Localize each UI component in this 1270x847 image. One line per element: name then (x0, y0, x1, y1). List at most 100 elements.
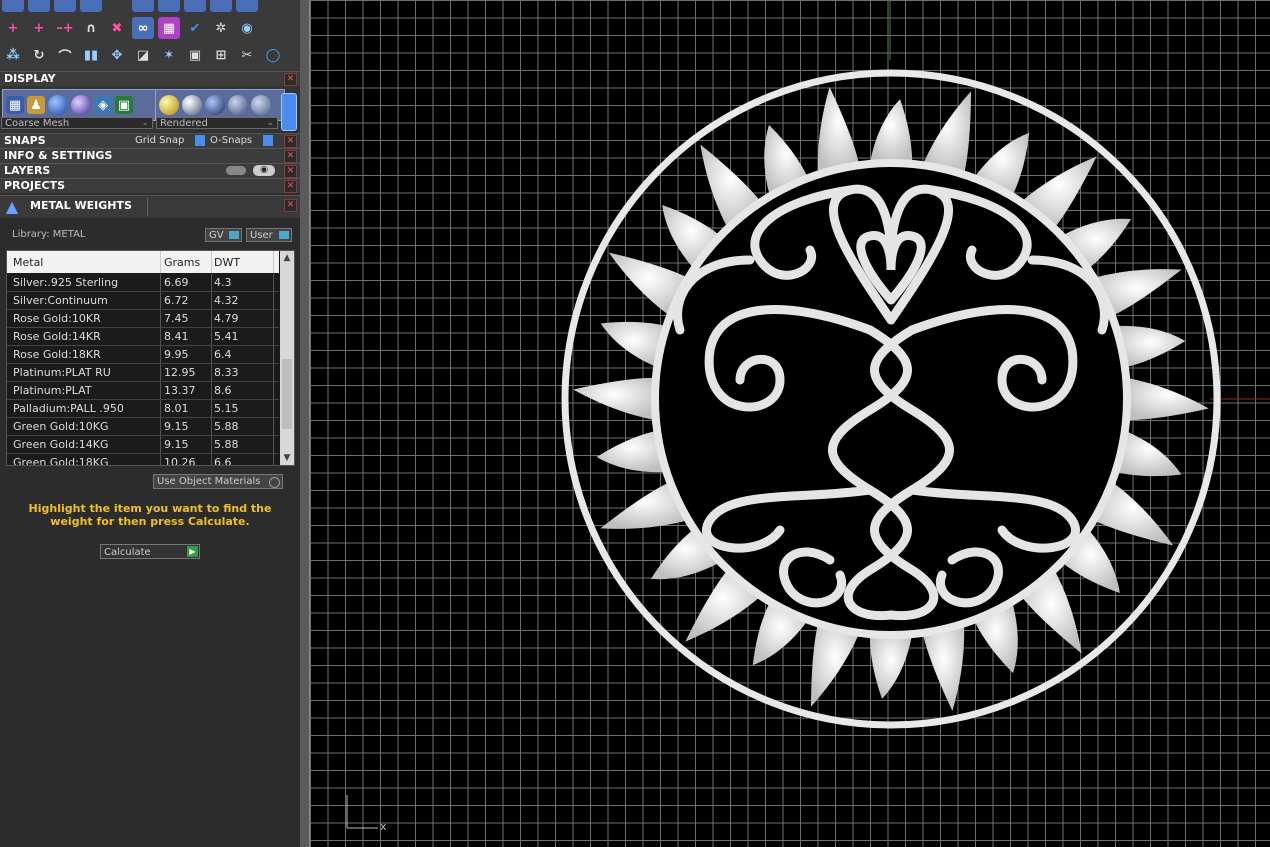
projects-header[interactable]: PROJECTS ✕ (0, 178, 300, 193)
calculate-label: Calculate (104, 547, 151, 558)
insert-point-icon[interactable]: –+ (54, 17, 76, 39)
gear-tool-icon[interactable]: ✲ (210, 17, 232, 39)
scroll-down-icon[interactable]: ▼ (280, 451, 294, 465)
cell-grams: 8.41 (164, 330, 189, 343)
add-point-icon[interactable]: + (2, 17, 24, 39)
close-icon[interactable]: ✕ (284, 150, 297, 163)
snaps-header[interactable]: SNAPS Grid Snap O-Snaps ✕ (0, 133, 300, 148)
cell-divider (211, 418, 212, 435)
render-view-icon[interactable]: ◈ (94, 96, 112, 114)
tool-loop-icon[interactable] (158, 0, 180, 12)
close-icon[interactable]: ✕ (284, 199, 297, 212)
table-row[interactable]: Green Gold:18KG 10.26 6.6 (7, 454, 279, 465)
display-toggle-icon[interactable] (281, 93, 297, 131)
tool-cone-icon[interactable] (132, 0, 154, 12)
sphere-info-icon[interactable]: ◉ (236, 17, 258, 39)
cut-icon[interactable]: ✂ (236, 44, 258, 66)
tool-arc-icon[interactable] (54, 0, 76, 12)
scroll-thumb[interactable] (282, 359, 292, 429)
use-object-materials-toggle[interactable]: Use Object Materials (153, 474, 283, 489)
metal-table: Metal Grams DWT Silver:.925 Sterling 6.69… (6, 250, 295, 466)
layer-visibility-icon[interactable] (226, 166, 246, 175)
tool-spiral-icon[interactable] (210, 0, 232, 12)
curve-path-icon[interactable]: ⌒ (54, 44, 76, 66)
gv-toggle[interactable]: GV (205, 228, 242, 242)
column-grams[interactable]: Grams (164, 256, 200, 269)
cell-dwt: 6.4 (214, 348, 232, 361)
user-toggle[interactable]: User (246, 228, 292, 242)
tool-pen-icon[interactable] (184, 0, 206, 12)
close-icon[interactable]: ✕ (284, 165, 297, 178)
check-icon[interactable]: ✔ (184, 17, 206, 39)
tool-curve-icon[interactable] (2, 0, 24, 12)
osnaps-label[interactable]: O-Snaps (210, 134, 252, 148)
render-mode-select[interactable]: Rendered ⌄ (156, 117, 278, 129)
cell-metal: Platinum:PLAT (13, 384, 92, 397)
table-row[interactable]: Silver:Continuum 6.72 4.32 (7, 292, 279, 310)
table-row[interactable]: Rose Gold:10KR 7.45 4.79 (7, 310, 279, 328)
wire-sphere-icon[interactable] (228, 95, 248, 115)
table-row[interactable]: Rose Gold:18KR 9.95 6.4 (7, 346, 279, 364)
link-icon[interactable]: ∞ (132, 17, 154, 39)
table-row[interactable]: Rose Gold:14KR 8.41 5.41 (7, 328, 279, 346)
osnaps-toggle[interactable] (263, 135, 273, 146)
add-point-multi-icon[interactable]: + (28, 17, 50, 39)
table-row[interactable]: Platinum:PLAT RU 12.95 8.33 (7, 364, 279, 382)
group-icon[interactable]: ⁂ (2, 44, 24, 66)
gold-sphere-icon[interactable] (159, 95, 179, 115)
bend-curve-icon[interactable]: ∩ (80, 17, 102, 39)
lines-sphere-icon[interactable] (251, 95, 271, 115)
tool-scale-icon[interactable] (236, 0, 258, 12)
axis-x-label: x (380, 820, 387, 833)
eye-icon[interactable]: ◉ (253, 165, 275, 176)
table-row[interactable]: Green Gold:10KG 9.15 5.88 (7, 418, 279, 436)
mirror-icon[interactable]: ▮▮ (80, 44, 102, 66)
delete-point-icon[interactable]: ✖ (106, 17, 128, 39)
table-row[interactable]: Green Gold:14KG 9.15 5.88 (7, 436, 279, 454)
scroll-up-icon[interactable]: ▲ (280, 251, 294, 265)
array-icon[interactable]: ▣ (184, 44, 206, 66)
column-metal[interactable]: Metal (13, 256, 43, 269)
cell-metal: Silver:Continuum (13, 294, 108, 307)
grid-view-icon[interactable]: ▣ (115, 96, 133, 114)
fan-icon[interactable]: ✶ (158, 44, 180, 66)
panel-splitter[interactable] (300, 0, 309, 847)
layers-header[interactable]: LAYERS ◉ ✕ (0, 163, 300, 178)
circle-tool-icon[interactable]: ◯ (262, 44, 284, 66)
select-all-icon[interactable]: ▦ (158, 17, 180, 39)
close-icon[interactable]: ✕ (284, 135, 297, 148)
rotate-icon[interactable]: ↻ (28, 44, 50, 66)
column-dwt[interactable]: DWT (214, 256, 240, 269)
cell-divider (160, 400, 161, 417)
grid-snap-label[interactable]: Grid Snap (135, 134, 184, 148)
align-icon[interactable]: ⊞ (210, 44, 232, 66)
sun-ray (810, 623, 860, 707)
boolean-icon[interactable]: ◪ (132, 44, 154, 66)
chevron-down-icon: ⌄ (141, 118, 149, 128)
table-scrollbar[interactable]: ▲ ▼ (280, 251, 294, 465)
table-row[interactable]: Palladium:PALL .950 8.01 5.15 (7, 400, 279, 418)
calculate-button[interactable]: Calculate ▶ (100, 544, 200, 559)
silver-sphere-icon[interactable] (182, 95, 202, 115)
table-row[interactable]: Silver:.925 Sterling 6.69 4.3 (7, 274, 279, 292)
user-switch (279, 231, 289, 239)
close-icon[interactable]: ✕ (284, 180, 297, 193)
table-row[interactable]: Platinum:PLAT 13.37 8.6 (7, 382, 279, 400)
metal-weights-header[interactable]: ▲ METAL WEIGHTS ✕ (0, 195, 300, 218)
tool-nurbs-icon[interactable] (106, 0, 128, 12)
figure-icon[interactable]: ♟ (27, 96, 45, 114)
wireframe-icon[interactable]: ▦ (6, 96, 24, 114)
shaded-sphere-icon[interactable] (48, 95, 68, 115)
info-header[interactable]: INFO & SETTINGS ✕ (0, 148, 300, 163)
glossy-sphere-icon[interactable] (71, 95, 91, 115)
viewport-3d[interactable]: x (309, 0, 1270, 847)
display-header[interactable]: DISPLAY ✕ (0, 71, 300, 86)
close-icon[interactable]: ✕ (284, 73, 297, 86)
tool-shape-icon[interactable] (28, 0, 50, 12)
cell-divider (211, 364, 212, 381)
tool-ring-icon[interactable] (80, 0, 102, 12)
move-icon[interactable]: ✥ (106, 44, 128, 66)
grid-snap-toggle[interactable] (195, 135, 205, 146)
dark-sphere-icon[interactable] (205, 95, 225, 115)
mesh-mode-select[interactable]: Coarse Mesh ⌄ (1, 117, 153, 129)
